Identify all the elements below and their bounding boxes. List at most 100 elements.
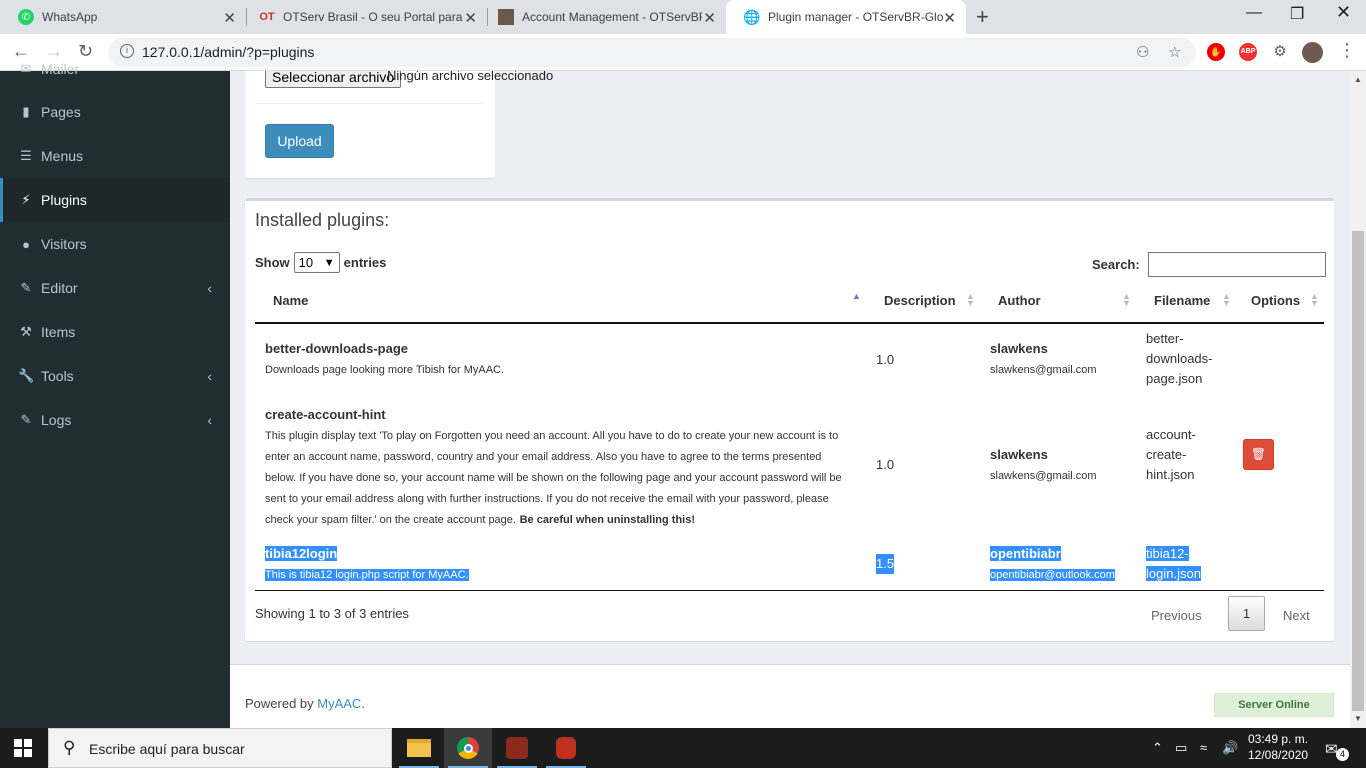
- extensions-puzzle-icon[interactable]: ⚙: [1271, 43, 1289, 61]
- system-clock[interactable]: 03:49 p. m. 12/08/2020: [1248, 731, 1308, 763]
- chevron-up-icon[interactable]: ⌃: [1152, 740, 1163, 756]
- plugin-description-line: sent to your email address along with fu…: [265, 493, 829, 505]
- filename-part: page.json: [1146, 371, 1203, 386]
- close-icon[interactable]: ✕: [223, 9, 236, 27]
- column-header-filename[interactable]: Filename: [1154, 293, 1210, 308]
- sidebar-item-tools[interactable]: 🔧 Tools ‹: [0, 354, 230, 398]
- upload-button[interactable]: Upload: [265, 124, 334, 158]
- plugin-version: 1.0: [876, 352, 895, 367]
- tab-title: OTServ Brasil - O seu Portal para: [283, 10, 463, 24]
- maximize-icon[interactable]: ❐: [1290, 4, 1304, 24]
- pagination-previous[interactable]: Previous: [1151, 608, 1202, 623]
- taskbar-search-box[interactable]: ⚲ Escribe aquí para buscar: [48, 728, 392, 768]
- sidebar-item-plugins[interactable]: ⚡ Plugins: [0, 178, 230, 222]
- sidebar-item-label: Logs: [41, 412, 72, 428]
- delete-plugin-button[interactable]: 🗑: [1243, 439, 1274, 470]
- chevron-down-icon: ▼: [323, 257, 335, 269]
- sidebar-item-label: Pages: [41, 104, 81, 120]
- game-client-icon[interactable]: [493, 728, 541, 768]
- column-header-description[interactable]: Description: [884, 293, 956, 308]
- translate-icon[interactable]: ⚇: [1136, 43, 1149, 61]
- sort-icon[interactable]: ▲ ▼: [966, 292, 975, 308]
- box-title: Installed plugins:: [255, 210, 390, 230]
- chevron-left-icon: ‹: [207, 368, 212, 384]
- scroll-down-icon[interactable]: ▼: [1354, 714, 1362, 723]
- chrome-icon[interactable]: [444, 728, 492, 768]
- close-icon[interactable]: ✕: [703, 9, 716, 27]
- sort-icon[interactable]: ▲ ▼: [1222, 292, 1231, 308]
- notification-count: 4: [1336, 748, 1349, 761]
- column-header-options[interactable]: Options: [1251, 293, 1300, 308]
- menu-kebab-icon[interactable]: ⋮: [1338, 40, 1356, 61]
- chevron-left-icon: ‹: [207, 412, 212, 428]
- search-label: Search:: [1092, 257, 1140, 272]
- pagination-page-1[interactable]: 1: [1228, 596, 1265, 631]
- sort-icon[interactable]: ▲ ▼: [1122, 292, 1131, 308]
- entries-length-control: Show 10 ▼ entries: [255, 252, 386, 273]
- plugin-author-cell: slawkens slawkens@gmail.com: [990, 445, 1097, 486]
- abp-icon[interactable]: ABP: [1239, 43, 1257, 61]
- pagination-next[interactable]: Next: [1283, 608, 1310, 623]
- window-close-icon[interactable]: ✕: [1336, 2, 1351, 23]
- sidebar-item-items[interactable]: ⚒ Items: [0, 310, 230, 354]
- filename-part: tibia12-: [1146, 546, 1189, 561]
- file-select-button[interactable]: Seleccionar archivo: [265, 71, 402, 88]
- sort-icon[interactable]: ▲ ▼: [1310, 292, 1319, 308]
- close-icon[interactable]: ✕: [464, 9, 477, 27]
- file-explorer-icon[interactable]: [395, 728, 443, 768]
- plugin-version: 1.5: [876, 554, 895, 574]
- search-input[interactable]: [1147, 252, 1326, 277]
- sidebar-item-visitors[interactable]: ● Visitors: [0, 222, 230, 266]
- table-search: Search:: [1092, 252, 1326, 277]
- profile-avatar[interactable]: [1302, 42, 1323, 63]
- battery-icon[interactable]: ▭: [1175, 740, 1187, 756]
- plugin-version: 1.0: [876, 457, 895, 472]
- page-scrollbar[interactable]: ▲ ▼: [1350, 71, 1366, 728]
- sidebar-item-label: Mailer: [41, 61, 80, 77]
- sidebar-item-mailer[interactable]: ✉ Mailer: [0, 47, 230, 91]
- plugin-author-cell: slawkens slawkens@gmail.com: [990, 339, 1097, 380]
- wifi-icon[interactable]: ≈: [1200, 740, 1207, 755]
- plugin-email: opentibiabr@outlook.com: [990, 569, 1115, 581]
- filename-part: better-: [1146, 331, 1184, 346]
- tab-whatsapp[interactable]: ✆ WhatsApp ✕: [0, 0, 246, 34]
- adblock-stop-icon[interactable]: ✋: [1207, 43, 1225, 61]
- plugin-author: opentibiabr: [990, 546, 1061, 561]
- sidebar-item-menus[interactable]: ☰ Menus: [0, 134, 230, 178]
- powered-prefix: Powered by: [245, 696, 318, 711]
- address-bar[interactable]: i 127.0.0.1/admin/?p=plugins ⚇ ☆: [108, 38, 1196, 67]
- plugin-email: slawkens@gmail.com: [990, 470, 1097, 482]
- tab-account-management[interactable]: Account Management - OTServBR ✕: [480, 0, 726, 34]
- column-header-name[interactable]: Name: [273, 293, 308, 308]
- myaac-link[interactable]: MyAAC: [317, 696, 361, 711]
- filename-part: account-: [1146, 427, 1196, 442]
- sidebar-item-editor[interactable]: ✎ Editor ‹: [0, 266, 230, 310]
- entries-select[interactable]: 10 ▼: [293, 252, 340, 273]
- sidebar-item-label: Tools: [41, 368, 74, 384]
- bookmark-star-icon[interactable]: ☆: [1168, 43, 1181, 61]
- scroll-thumb[interactable]: [1352, 231, 1364, 711]
- volume-icon[interactable]: 🔊: [1222, 740, 1238, 756]
- minimize-icon[interactable]: —: [1246, 4, 1262, 22]
- filename-part: create-: [1146, 447, 1187, 462]
- sort-asc-icon[interactable]: ▲: [852, 292, 861, 301]
- plugin-filename: better- downloads- page.json: [1146, 329, 1213, 389]
- edit-icon: ✎: [20, 280, 32, 295]
- new-tab-icon[interactable]: +: [976, 4, 989, 30]
- sidebar-item-logs[interactable]: ✎ Logs ‹: [0, 398, 230, 442]
- whatsapp-icon: ✆: [18, 9, 34, 25]
- sidebar-item-pages[interactable]: ▮ Pages: [0, 90, 230, 134]
- windows-start-icon[interactable]: [14, 739, 32, 757]
- column-header-author[interactable]: Author: [998, 293, 1041, 308]
- plugin-description: Downloads page looking more Tibish for M…: [265, 364, 505, 376]
- plugin-description: This is tibia12 login.php script for MyA…: [265, 569, 469, 581]
- tab-otserv[interactable]: OT OTServ Brasil - O seu Portal para ✕: [241, 0, 487, 34]
- plugin-name: tibia12login: [265, 546, 338, 561]
- tab-title: Plugin manager - OTServBR-Glob: [768, 10, 943, 24]
- game-character-icon[interactable]: [542, 728, 590, 768]
- tab-plugin-manager[interactable]: 🌐 Plugin manager - OTServBR-Glob ✕: [726, 0, 966, 34]
- user-icon: ●: [22, 236, 30, 252]
- scroll-up-icon[interactable]: ▲: [1354, 75, 1362, 84]
- envelope-icon: ✉: [20, 61, 32, 76]
- close-icon[interactable]: ✕: [943, 9, 956, 27]
